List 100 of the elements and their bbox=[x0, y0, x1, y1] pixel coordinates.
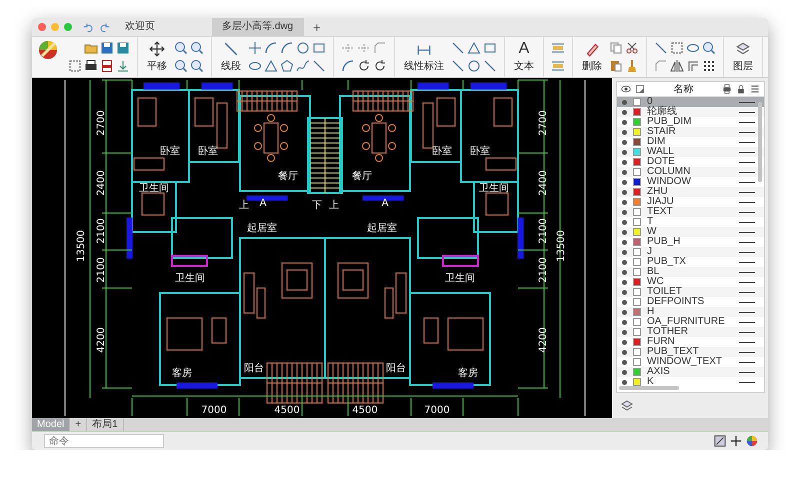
layer-row[interactable]: DOTE bbox=[617, 157, 764, 167]
color-swatch[interactable] bbox=[633, 338, 641, 346]
layer-row[interactable]: TOILET bbox=[617, 287, 764, 297]
layer-row[interactable]: PUB_TEXT bbox=[617, 347, 764, 357]
zoom-icon[interactable] bbox=[174, 59, 188, 73]
column-header[interactable]: 名称 bbox=[649, 82, 718, 96]
menu-icon[interactable] bbox=[750, 84, 760, 94]
zoom-icon[interactable] bbox=[702, 41, 716, 55]
new-tab-button[interactable]: + bbox=[309, 20, 325, 34]
eye-icon[interactable] bbox=[621, 84, 631, 94]
layer-row[interactable]: BL bbox=[617, 267, 764, 277]
layer-row[interactable]: AXIS bbox=[617, 367, 764, 377]
visibility-dot[interactable] bbox=[622, 370, 627, 374]
color-swatch[interactable] bbox=[633, 118, 641, 126]
toolbar-button[interactable]: A 文本 bbox=[511, 41, 537, 73]
document-tab[interactable]: 多层小高等.dwg bbox=[212, 18, 304, 36]
visibility-dot[interactable] bbox=[622, 250, 627, 254]
print-icon[interactable] bbox=[84, 59, 98, 73]
color-swatch[interactable] bbox=[633, 268, 641, 276]
color-wheel-icon[interactable] bbox=[746, 435, 758, 447]
layer-row[interactable]: 轮廓线 bbox=[617, 107, 764, 117]
cross-icon[interactable] bbox=[730, 435, 742, 447]
color-swatch[interactable] bbox=[633, 358, 641, 366]
zoom-icon[interactable] bbox=[174, 41, 188, 55]
line-icon[interactable] bbox=[451, 59, 465, 73]
undo-icon[interactable] bbox=[83, 22, 94, 32]
zoom-icon[interactable] bbox=[190, 59, 204, 73]
brush-icon[interactable] bbox=[625, 59, 639, 73]
toolbar-button[interactable]: 平移 bbox=[144, 41, 170, 73]
color-swatch[interactable] bbox=[633, 288, 641, 296]
color-square-icon[interactable] bbox=[635, 84, 645, 94]
layer-row[interactable]: WC bbox=[617, 277, 764, 287]
layer-stack-icon[interactable] bbox=[620, 399, 634, 413]
color-swatch[interactable] bbox=[633, 248, 641, 256]
visibility-dot[interactable] bbox=[622, 120, 627, 124]
color-swatch[interactable] bbox=[633, 378, 641, 386]
visibility-dot[interactable] bbox=[622, 230, 627, 234]
color-swatch[interactable] bbox=[633, 198, 641, 206]
ellipse-icon[interactable] bbox=[686, 41, 700, 55]
arc-icon[interactable] bbox=[264, 41, 278, 55]
visibility-dot[interactable] bbox=[622, 320, 627, 324]
redo-icon[interactable] bbox=[99, 22, 110, 32]
color-swatch[interactable] bbox=[633, 318, 641, 326]
circle-icon[interactable] bbox=[296, 41, 310, 55]
visibility-dot[interactable] bbox=[622, 380, 627, 384]
visibility-dot[interactable] bbox=[622, 110, 627, 114]
layer-row[interactable]: COLUMN bbox=[617, 167, 764, 177]
scrollbar-thumb[interactable] bbox=[758, 102, 762, 182]
line-icon[interactable] bbox=[451, 41, 465, 55]
visibility-dot[interactable] bbox=[622, 280, 627, 284]
color-swatch[interactable] bbox=[633, 308, 641, 316]
rectangle-icon[interactable] bbox=[312, 41, 326, 55]
visibility-dot[interactable] bbox=[622, 330, 627, 334]
arc-icon[interactable] bbox=[341, 59, 355, 73]
layer-row[interactable]: W bbox=[617, 227, 764, 237]
stretch-icon[interactable] bbox=[551, 41, 565, 55]
layer-row[interactable]: STAIR bbox=[617, 127, 764, 137]
layer-row[interactable]: DIM bbox=[617, 137, 764, 147]
rectangle-icon[interactable] bbox=[483, 41, 497, 55]
line-icon[interactable] bbox=[654, 41, 668, 55]
rotate-icon[interactable] bbox=[373, 59, 387, 73]
color-swatch[interactable] bbox=[633, 168, 641, 176]
layer-row[interactable]: WALL bbox=[617, 147, 764, 157]
color-swatch[interactable] bbox=[633, 108, 641, 116]
color-swatch[interactable] bbox=[633, 368, 641, 376]
rotate-icon[interactable] bbox=[357, 59, 371, 73]
layer-row[interactable]: OA_FURNITURE bbox=[617, 317, 764, 327]
color-swatch[interactable] bbox=[633, 348, 641, 356]
visibility-dot[interactable] bbox=[622, 220, 627, 224]
visibility-dot[interactable] bbox=[622, 180, 627, 184]
zoom-icon[interactable] bbox=[190, 41, 204, 55]
layer-row[interactable]: PUB_H bbox=[617, 237, 764, 247]
toolbar-button[interactable]: 线性标注 bbox=[401, 41, 447, 73]
visibility-dot[interactable] bbox=[622, 200, 627, 204]
color-swatch[interactable] bbox=[633, 218, 641, 226]
dot-grid-icon[interactable] bbox=[702, 59, 716, 73]
layer-row[interactable]: T bbox=[617, 217, 764, 227]
visibility-dot[interactable] bbox=[622, 340, 627, 344]
visibility-dot[interactable] bbox=[622, 190, 627, 194]
lock-icon[interactable] bbox=[736, 84, 746, 94]
color-swatch[interactable] bbox=[633, 128, 641, 136]
triangle-icon[interactable] bbox=[467, 41, 481, 55]
visibility-dot[interactable] bbox=[622, 210, 627, 214]
mirror-icon[interactable] bbox=[670, 59, 684, 73]
toolbar-button[interactable]: 图层 bbox=[730, 41, 756, 73]
color-swatch[interactable] bbox=[633, 208, 641, 216]
layer-row[interactable]: ZHU bbox=[617, 187, 764, 197]
layer-row[interactable]: WINDOW bbox=[617, 177, 764, 187]
copy-icon[interactable] bbox=[609, 41, 623, 55]
save-icon[interactable] bbox=[100, 41, 114, 55]
layer-row[interactable]: TOTHER bbox=[617, 327, 764, 337]
color-swatch[interactable] bbox=[633, 188, 641, 196]
layer-row[interactable]: PUB_DIM bbox=[617, 117, 764, 127]
visibility-dot[interactable] bbox=[622, 140, 627, 144]
color-swatch[interactable] bbox=[633, 148, 641, 156]
visibility-dot[interactable] bbox=[622, 360, 627, 364]
spline-icon[interactable] bbox=[296, 59, 310, 73]
line-icon[interactable] bbox=[312, 59, 326, 73]
scrollbar-thumb[interactable] bbox=[619, 386, 679, 390]
app-logo-icon[interactable] bbox=[38, 40, 58, 60]
